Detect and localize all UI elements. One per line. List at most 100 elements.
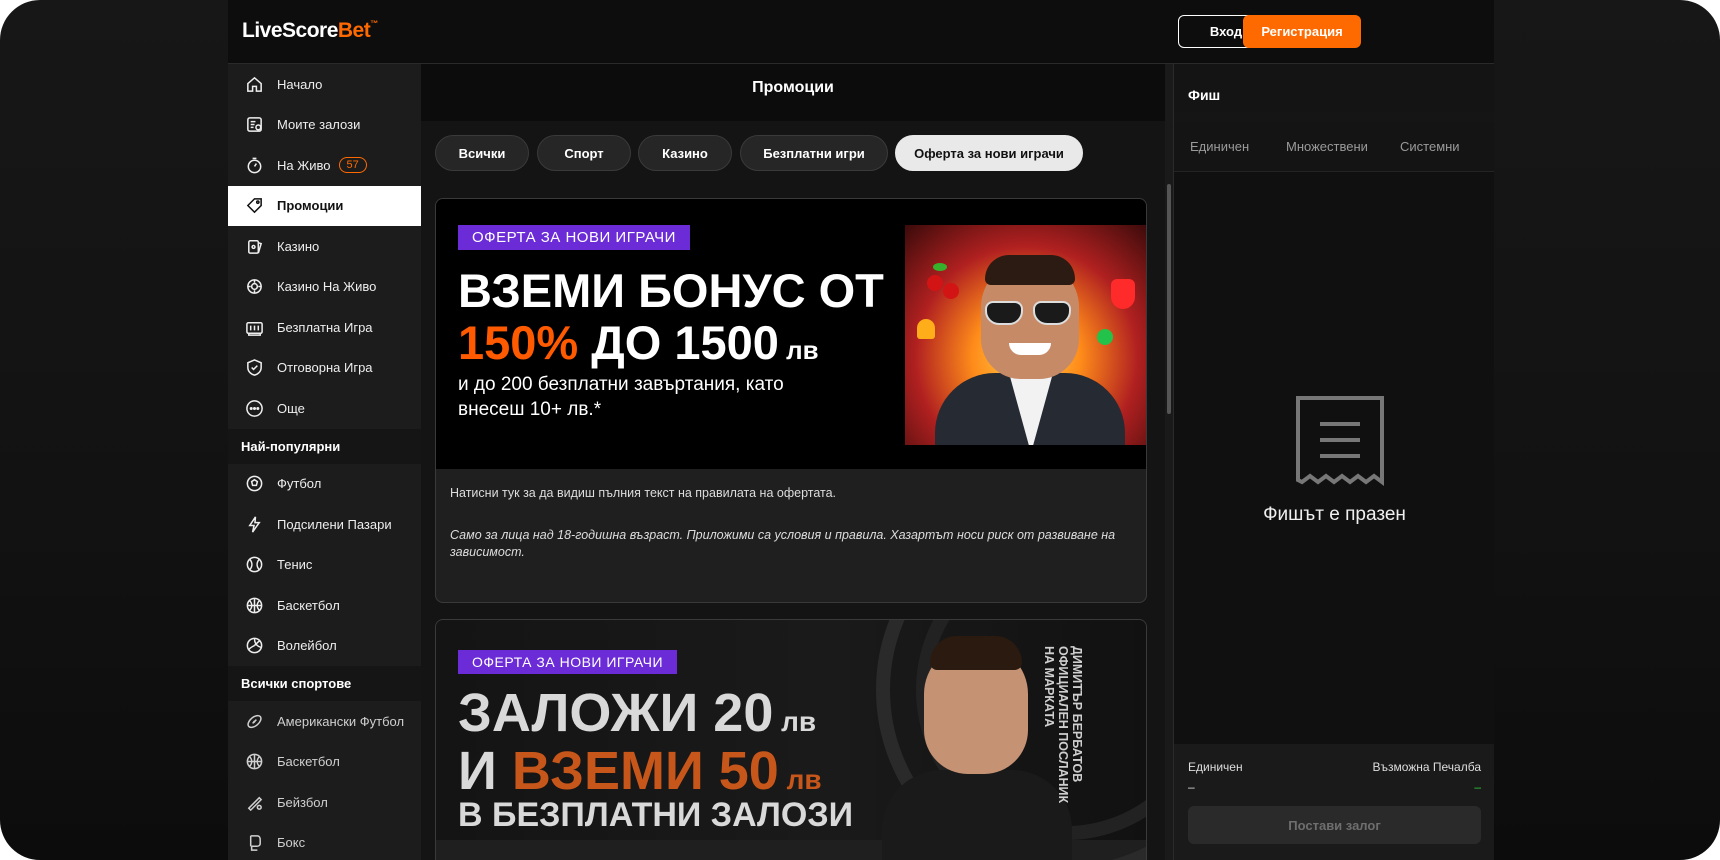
tab-new-players-offer[interactable]: Оферта за нови играчи	[895, 135, 1083, 171]
sidebar-item-label: Отговорна Игра	[277, 360, 373, 376]
promo2-headline-2: И ВЗЕМИ 50 лв	[458, 740, 822, 802]
slot-machine-icon	[244, 317, 264, 337]
baseball-bat-icon	[244, 792, 264, 812]
empty-receipt-icon	[1296, 396, 1384, 486]
sidebar-item-more[interactable]: Още	[228, 388, 421, 429]
logo-text-accent: Bet	[337, 19, 371, 42]
sidebar-item-label: Футбол	[277, 476, 322, 492]
promo-card-free-bets[interactable]: ОФЕРТА ЗА НОВИ ИГРАЧИ ЗАЛОЖИ 20 лв И ВЗЕ…	[435, 619, 1147, 860]
tab-sport[interactable]: Спорт	[537, 135, 631, 171]
promo-card-welcome-bonus[interactable]: ОФЕРТА ЗА НОВИ ИГРАЧИ ВЗЕМИ БОНУС ОТ 150…	[435, 198, 1147, 603]
smile-graphic	[1009, 343, 1051, 355]
logo-text-main: LiveScore	[242, 19, 338, 42]
sidebar-item-baseball[interactable]: Бейзбол	[228, 782, 421, 823]
betslip-footer: Единичен Възможна Печалба – – Постави за…	[1174, 744, 1494, 860]
promo-currency: лв	[778, 335, 819, 365]
promo-tag-icon	[244, 196, 264, 216]
sidebar-item-home[interactable]: Начало	[228, 64, 421, 105]
main-title-bar: Промоции	[421, 64, 1165, 121]
betslip-tab-single[interactable]: Единичен	[1190, 139, 1249, 154]
sidebar-item-basketball-all[interactable]: Баскетбол	[228, 742, 421, 783]
bell-graphic	[917, 319, 935, 339]
promo2-and: И	[458, 741, 512, 801]
sidebar-item-tennis[interactable]: Тенис	[228, 545, 421, 586]
footer-possible-win-label: Възможна Печалба	[1372, 760, 1481, 774]
promo-headline: ВЗЕМИ БОНУС ОТ	[458, 264, 884, 317]
tab-free-games[interactable]: Безплатни игри	[740, 135, 888, 171]
betslip-panel: Фиш Единичен Множествени Системни Фишът …	[1173, 64, 1494, 860]
football-icon	[244, 474, 264, 494]
sidebar-item-label: Моите залози	[277, 117, 361, 133]
betslip-tab-system[interactable]: Системни	[1400, 139, 1460, 154]
betslip-tabs: Единичен Множествени Системни	[1174, 122, 1494, 172]
sidebar-item-volleyball[interactable]: Волейбол	[228, 626, 421, 667]
home-icon	[244, 74, 264, 94]
promo-banner-image-2[interactable]: ОФЕРТА ЗА НОВИ ИГРАЧИ ЗАЛОЖИ 20 лв И ВЗЕ…	[436, 620, 1146, 860]
sidebar-item-label: Още	[277, 400, 305, 416]
sidebar-item-my-bets[interactable]: Моите залози	[228, 105, 421, 146]
basketball-icon	[244, 752, 264, 772]
sidebar-item-label: Казино На Живо	[277, 279, 377, 295]
green-star-graphic	[1097, 329, 1113, 345]
boost-icon	[244, 514, 264, 534]
brand-logo[interactable]: LiveScoreBet™	[242, 19, 378, 43]
sunglasses-graphic	[1033, 301, 1071, 325]
betslip-empty-message: Фишът е празен	[1263, 504, 1406, 525]
ambassador-body-graphic	[882, 770, 1072, 860]
ambassador-photo	[905, 225, 1146, 445]
betslip-tab-multiple[interactable]: Множествени	[1286, 139, 1368, 154]
ambassador-hair-graphic	[930, 636, 1022, 670]
register-button[interactable]: Регистрация	[1243, 15, 1361, 48]
promotions-main: Промоции Всички Спорт Казино Безплатни и…	[421, 64, 1165, 860]
promo-disclaimer-line-2: зависимост.	[450, 545, 525, 559]
sidebar-item-basketball[interactable]: Баскетбол	[228, 585, 421, 626]
sidebar-item-label: Казино	[277, 238, 320, 254]
sidebar-item-live-casino[interactable]: Казино На Живо	[228, 267, 421, 308]
tennis-ball-icon	[244, 555, 264, 575]
scrollbar-thumb[interactable]	[1167, 184, 1171, 414]
promo2-currency-1: лв	[773, 706, 817, 737]
sidebar-item-football[interactable]: Футбол	[228, 464, 421, 505]
shield-check-icon	[244, 358, 264, 378]
promo2-currency-2: лв	[778, 764, 822, 795]
ambassador-brand-vertical: НА МАРКАТА	[1042, 646, 1056, 728]
more-dots-icon	[244, 398, 264, 418]
place-bet-button[interactable]: Постави залог	[1188, 806, 1481, 844]
sidebar-item-responsible-gaming[interactable]: Отговорна Игра	[228, 348, 421, 389]
sidebar-item-label: Начало	[277, 76, 323, 92]
sidebar-item-free-game[interactable]: Безплатна Игра	[228, 307, 421, 348]
promo-ribbon: ОФЕРТА ЗА НОВИ ИГРАЧИ	[458, 650, 678, 674]
promo-disclaimer-line-1: Само за лица над 18-годишна възраст. При…	[450, 528, 1116, 542]
sidebar-item-label: Тенис	[277, 557, 313, 573]
sidebar-item-label: На Живо	[277, 157, 331, 173]
american-football-icon	[244, 711, 264, 731]
promo-ribbon: ОФЕРТА ЗА НОВИ ИГРАЧИ	[458, 225, 690, 250]
promo-banner-image[interactable]: ОФЕРТА ЗА НОВИ ИГРАЧИ ВЗЕМИ БОНУС ОТ 150…	[436, 199, 1146, 469]
page-title: Промоции	[752, 79, 834, 96]
footer-win-value: –	[1474, 780, 1481, 794]
sidebar-item-casino[interactable]: Казино	[228, 226, 421, 267]
basketball-icon	[244, 595, 264, 615]
footer-stake-value: –	[1188, 780, 1195, 794]
sidebar-item-label: Бокс	[277, 835, 306, 851]
sidebar-item-label: Волейбол	[277, 638, 337, 654]
app-window: LiveScoreBet™ Вход Регистрация Начало Мо…	[228, 0, 1494, 860]
tab-all[interactable]: Всички	[435, 135, 529, 171]
sidebar-item-promotions[interactable]: Промоции	[228, 185, 421, 226]
main-scrollbar[interactable]	[1165, 64, 1173, 860]
sidebar-item-boosted-markets[interactable]: Подсилени Пазари	[228, 504, 421, 545]
sidebar-item-live[interactable]: На Живо 57	[228, 145, 421, 186]
live-count-badge: 57	[338, 157, 367, 174]
popular-section-heading: Най-популярни	[228, 428, 421, 464]
sidebar-item-boxing[interactable]: Бокс	[228, 823, 421, 860]
promo-terms-link[interactable]: Натисни тук за да видиш пълния текст на …	[450, 485, 836, 502]
promo-subtext-1: и до 200 безплатни завъртания, като	[458, 374, 784, 395]
sidebar-item-american-football[interactable]: Американски Футбол	[228, 701, 421, 742]
tab-casino[interactable]: Казино	[638, 135, 732, 171]
betslip-header: Фиш	[1174, 64, 1494, 112]
footer-bet-type-label: Единичен	[1188, 760, 1243, 774]
logo-trademark: ™	[370, 19, 378, 28]
ambassador-title-vertical: ОФИЦИАЛЕН ПОСЛАНИК	[1056, 646, 1070, 804]
hair-graphic	[985, 255, 1075, 285]
betslip-title: Фиш	[1188, 87, 1221, 103]
